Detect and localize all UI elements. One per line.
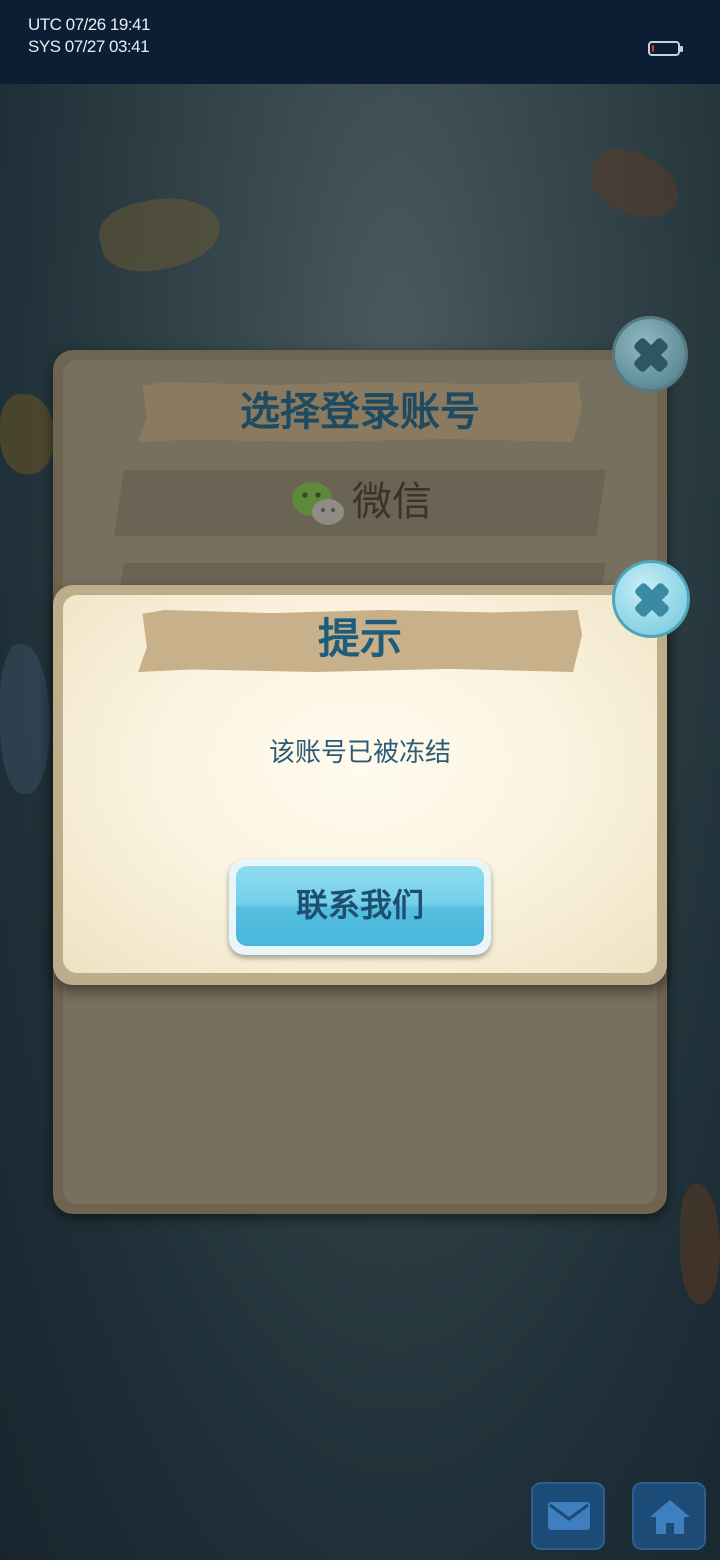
alert-message: 该账号已被冻结 [268,738,451,768]
wechat-icon [292,482,344,525]
background-ship [94,187,226,281]
mail-button[interactable] [531,1482,605,1550]
sys-time: SYS 07/27 03:41 [28,37,150,56]
close-icon[interactable] [612,316,688,392]
background-ship [680,1184,720,1304]
background-ship [582,140,688,228]
alert-title: 提示 [317,614,402,663]
background-ship [0,394,55,474]
utc-time: UTC 07/26 19:41 [28,15,150,34]
contact-us-label: 联系我们 [295,886,424,924]
contact-us-button[interactable]: 联系我们 [229,859,491,955]
battery-icon [648,41,683,56]
wechat-label: 微信 [352,479,432,525]
close-icon[interactable] [612,560,690,638]
home-button[interactable] [632,1482,706,1550]
status-bar: UTC 07/26 19:41 SYS 07/27 03:41 [0,0,720,84]
battery-level [652,45,654,52]
contact-button-face: 联系我们 [236,866,484,946]
background-ship [0,644,50,794]
login-title: 选择登录账号 [240,389,480,435]
